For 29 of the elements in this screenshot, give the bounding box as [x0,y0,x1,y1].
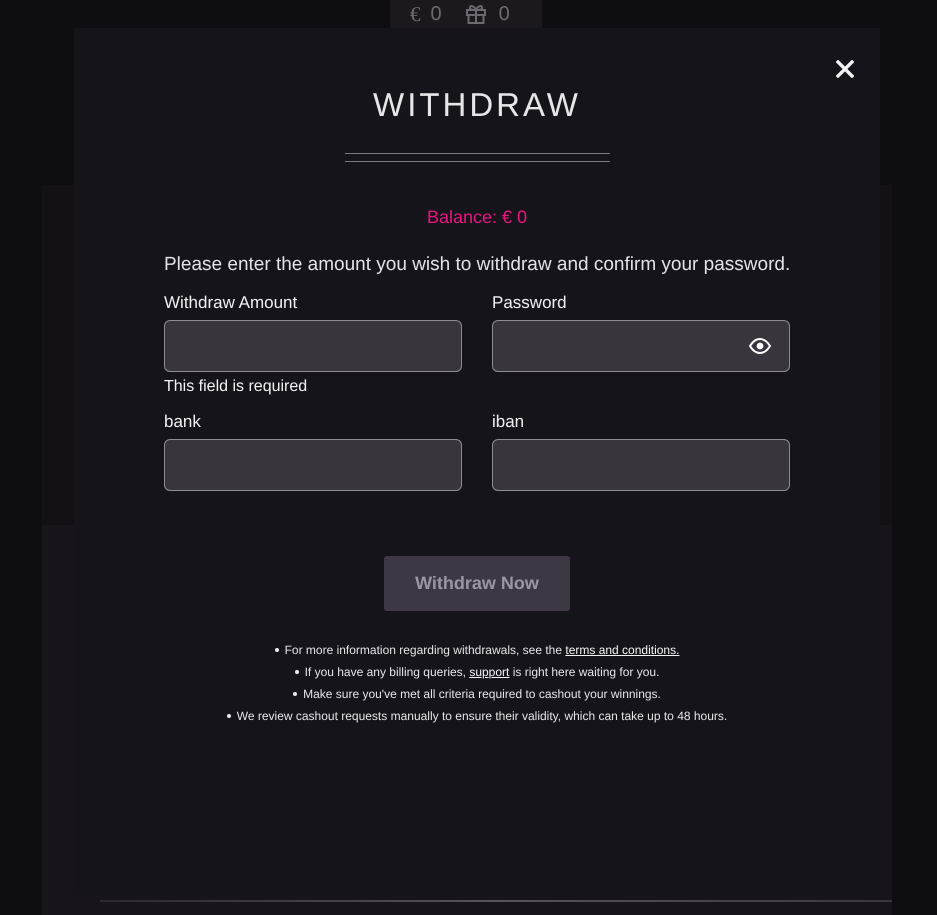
note-text: If you have any billing queries, support is right here waiting for you. [304,664,660,680]
instruction-text: Please enter the amount you wish to withdraw and confirm your password. [164,253,790,277]
input-field[interactable] [164,439,462,491]
close-button[interactable] [834,57,856,79]
close-icon [836,60,854,78]
bullet-icon [293,692,298,696]
field-label: iban [492,411,526,433]
gift-icon [464,4,487,24]
note-text: Make sure you've met all criteria required to cashout your winnings. [303,686,661,702]
field-label: Password [492,292,568,314]
field-label: Withdraw Amount [164,292,298,314]
bullet-icon [294,670,299,674]
input-field[interactable] [492,439,790,491]
note-text: We review cashout requests manually to ensure their validity, which can take up to 48 hours. [236,708,728,724]
balance-amount: 0 [430,2,442,27]
text-link[interactable]: terms and conditions. [565,643,680,657]
bullet-icon [226,714,231,718]
input-field[interactable] [164,320,462,372]
note-text: For more information regarding withdrawals, see the terms and conditions. [284,642,680,658]
field-label: bank [164,411,202,433]
text-link[interactable]: support [469,665,510,679]
error-message: This field is required [164,378,308,396]
bonus-amount: 0 [498,2,510,27]
balance-text: Balance: € 0 [426,206,528,229]
dialog-title: WITHDRAW [372,88,582,122]
password-field[interactable] [492,320,790,372]
eye-icon[interactable] [749,338,771,354]
currency-symbol: € [410,1,420,28]
bullet-icon [274,648,279,652]
